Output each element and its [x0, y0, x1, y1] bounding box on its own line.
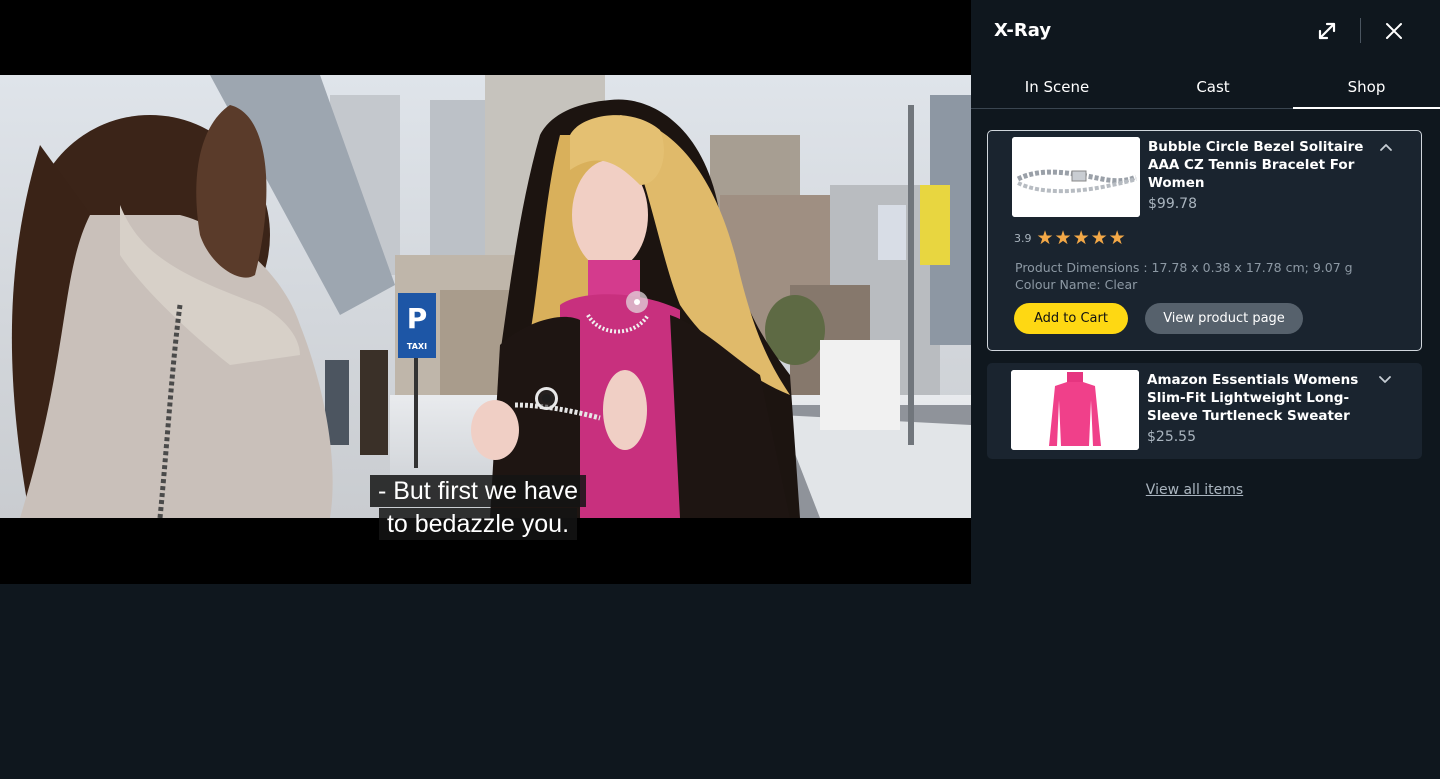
rating-value: 3.9 — [1014, 232, 1032, 245]
view-product-page-button[interactable]: View product page — [1145, 303, 1303, 334]
product-title[interactable]: Bubble Circle Bezel Solitaire AAA CZ Ten… — [1148, 138, 1373, 192]
tab-bar: In Scene Cast Shop — [971, 66, 1440, 109]
product-colour: Colour Name: Clear — [1015, 277, 1138, 292]
tab-shop[interactable]: Shop — [1293, 66, 1440, 109]
expand-button[interactable] — [1313, 17, 1341, 45]
product-image-sweater[interactable] — [1011, 370, 1139, 450]
product-title[interactable]: Amazon Essentials Womens Slim-Fit Lightw… — [1147, 371, 1372, 425]
chevron-down-icon[interactable] — [1377, 372, 1393, 388]
header-divider — [1360, 18, 1361, 43]
tab-cast[interactable]: Cast — [1143, 66, 1283, 108]
video-player[interactable]: P TAXI - But first we have to bedazzle y… — [0, 0, 971, 584]
product-image-bracelet[interactable] — [1012, 137, 1140, 217]
close-icon — [1386, 23, 1402, 39]
chevron-up-icon[interactable] — [1378, 139, 1394, 155]
tab-in-scene[interactable]: In Scene — [971, 66, 1143, 108]
product-price: $99.78 — [1148, 196, 1197, 212]
svg-text:P: P — [407, 302, 428, 335]
subtitle-line-1: - But first we have — [369, 475, 587, 507]
expand-icon — [1318, 22, 1336, 40]
subtitle-line-2: to bedazzle you. — [378, 508, 578, 540]
product-card-sweater[interactable]: Amazon Essentials Womens Slim-Fit Lightw… — [987, 363, 1422, 459]
rating: 3.9 ★★★★★ — [1014, 229, 1127, 248]
bracelet-hotspot[interactable] — [535, 387, 558, 410]
product-price: $25.55 — [1147, 429, 1196, 445]
sweater-hotspot[interactable] — [626, 291, 648, 313]
product-dimensions: Product Dimensions : 17.78 x 0.38 x 17.7… — [1015, 260, 1353, 275]
panel-title: X-Ray — [994, 20, 1052, 41]
view-all-items-link[interactable]: View all items — [971, 482, 1418, 498]
subtitle: - But first we have to bedazzle you. — [358, 475, 598, 541]
add-to-cart-button[interactable]: Add to Cart — [1014, 303, 1128, 334]
close-button[interactable] — [1380, 17, 1408, 45]
product-card-bracelet[interactable]: Bubble Circle Bezel Solitaire AAA CZ Ten… — [987, 130, 1422, 351]
star-rating-icon: ★★★★★ — [1036, 227, 1127, 249]
xray-panel: X-Ray In Scene Cast Shop Bubble Circle B… — [971, 0, 1440, 779]
svg-text:TAXI: TAXI — [407, 342, 427, 351]
video-frame[interactable]: P TAXI — [0, 75, 971, 518]
